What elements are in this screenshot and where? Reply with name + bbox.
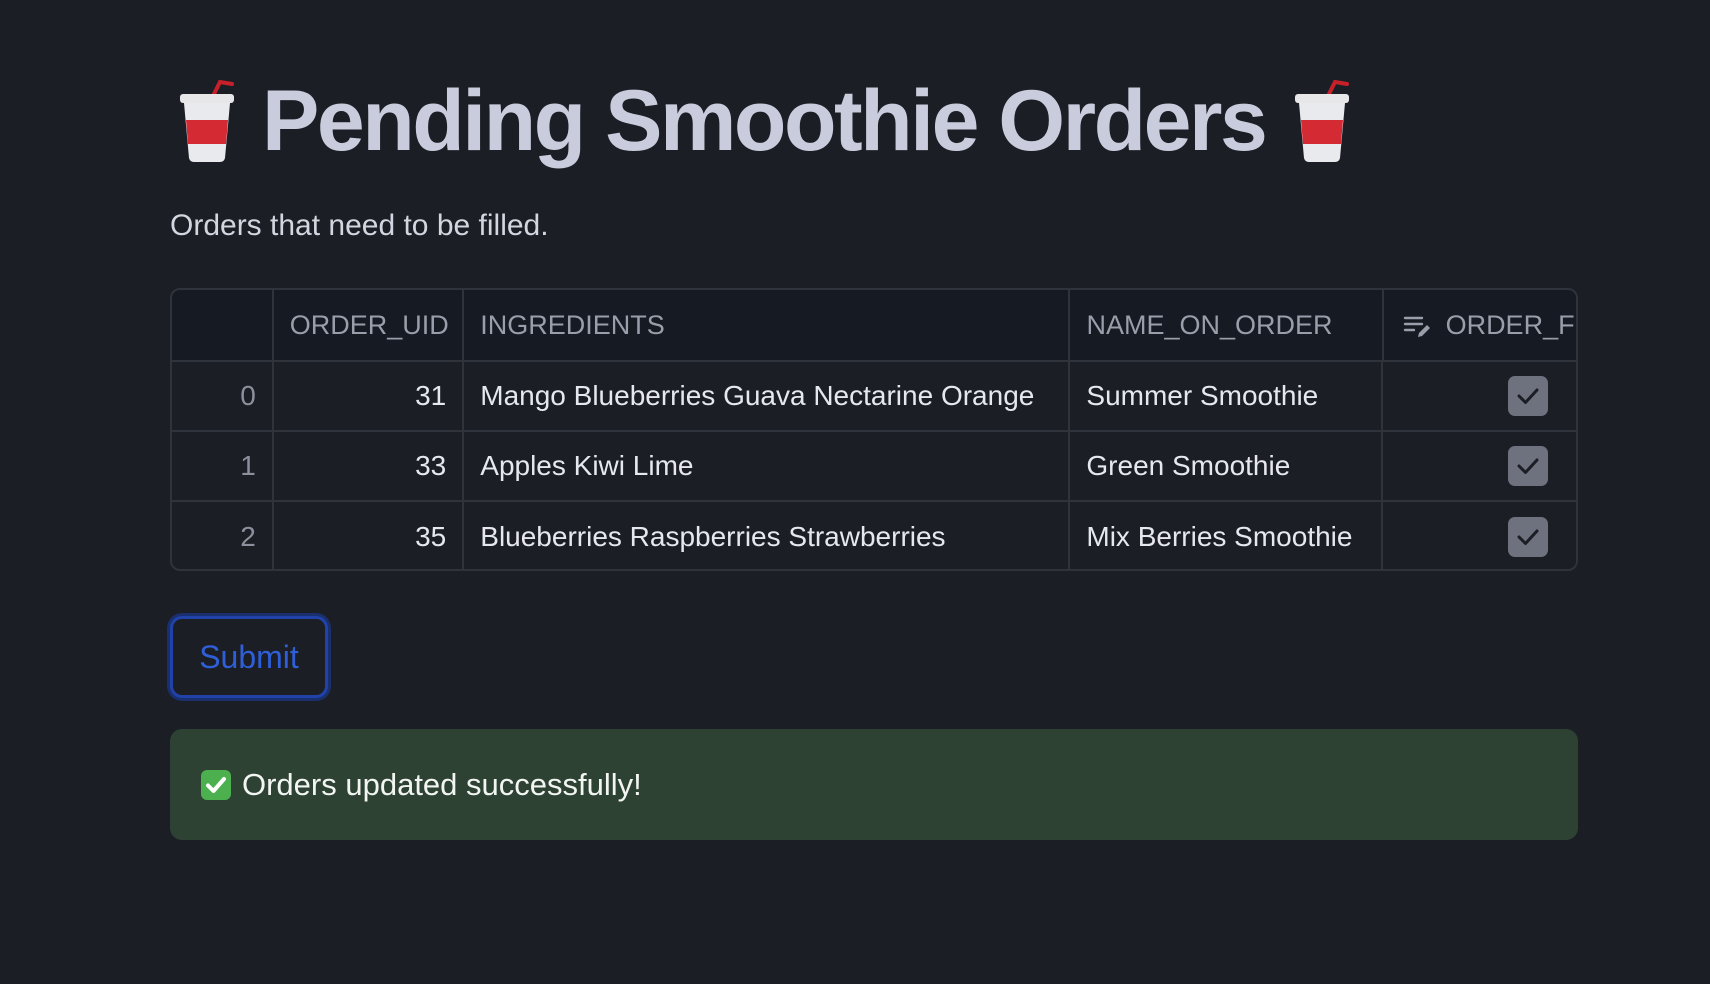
cup-with-straw-icon: [176, 78, 238, 164]
name-on-order-cell[interactable]: Green Smoothie: [1070, 432, 1384, 500]
orders-data-editor[interactable]: ORDER_UID INGREDIENTS NAME_ON_ORDER ORDE…: [170, 288, 1578, 571]
order-filled-checkbox[interactable]: [1508, 376, 1548, 416]
page-title: Pending Smoothie Orders: [170, 66, 1353, 176]
check-mark-button-icon: [200, 769, 232, 801]
success-alert: Orders updated successfully!: [170, 729, 1578, 840]
page-subtitle: Orders that need to be filled.: [170, 209, 549, 242]
order-uid-cell[interactable]: 33: [274, 432, 465, 500]
column-header-ingredients[interactable]: INGREDIENTS: [464, 290, 1071, 360]
column-header-order-filled-label: ORDER_FI: [1445, 309, 1576, 340]
table-header-row: ORDER_UID INGREDIENTS NAME_ON_ORDER ORDE…: [172, 290, 1576, 360]
success-alert-text: Orders updated successfully!: [242, 766, 642, 802]
table-row: 1 33 Apples Kiwi Lime Green Smoothie: [172, 430, 1576, 500]
ingredients-cell[interactable]: Mango Blueberries Guava Nectarine Orange: [464, 362, 1071, 430]
column-header-order-uid[interactable]: ORDER_UID: [274, 290, 465, 360]
page-title-text: Pending Smoothie Orders: [262, 72, 1268, 169]
check-icon: [1517, 458, 1539, 474]
order-filled-cell[interactable]: [1383, 432, 1576, 500]
row-index: 1: [172, 432, 274, 500]
order-filled-cell[interactable]: [1383, 362, 1576, 430]
column-header-order-filled[interactable]: ORDER_FI: [1384, 290, 1576, 360]
column-header-index: [172, 290, 274, 360]
order-uid-cell[interactable]: 35: [274, 502, 465, 569]
cup-with-straw-icon: [1291, 78, 1353, 164]
ingredients-cell[interactable]: Apples Kiwi Lime: [464, 432, 1071, 500]
column-header-name-on-order[interactable]: NAME_ON_ORDER: [1070, 290, 1384, 360]
table-row: 0 31 Mango Blueberries Guava Nectarine O…: [172, 360, 1576, 430]
order-uid-cell[interactable]: 31: [274, 362, 465, 430]
ingredients-cell[interactable]: Blueberries Raspberries Strawberries: [464, 502, 1071, 569]
check-icon: [1517, 388, 1539, 404]
name-on-order-cell[interactable]: Summer Smoothie: [1070, 362, 1384, 430]
name-on-order-cell[interactable]: Mix Berries Smoothie: [1070, 502, 1384, 569]
row-index: 0: [172, 362, 274, 430]
order-filled-checkbox[interactable]: [1508, 516, 1548, 557]
order-filled-checkbox[interactable]: [1508, 446, 1548, 486]
table-row: 2 35 Blueberries Raspberries Strawberrie…: [172, 500, 1576, 569]
check-icon: [1517, 529, 1539, 545]
row-index: 2: [172, 502, 274, 569]
order-filled-cell[interactable]: [1383, 502, 1576, 569]
edit-column-icon: [1402, 310, 1432, 340]
submit-button[interactable]: Submit: [170, 616, 328, 698]
